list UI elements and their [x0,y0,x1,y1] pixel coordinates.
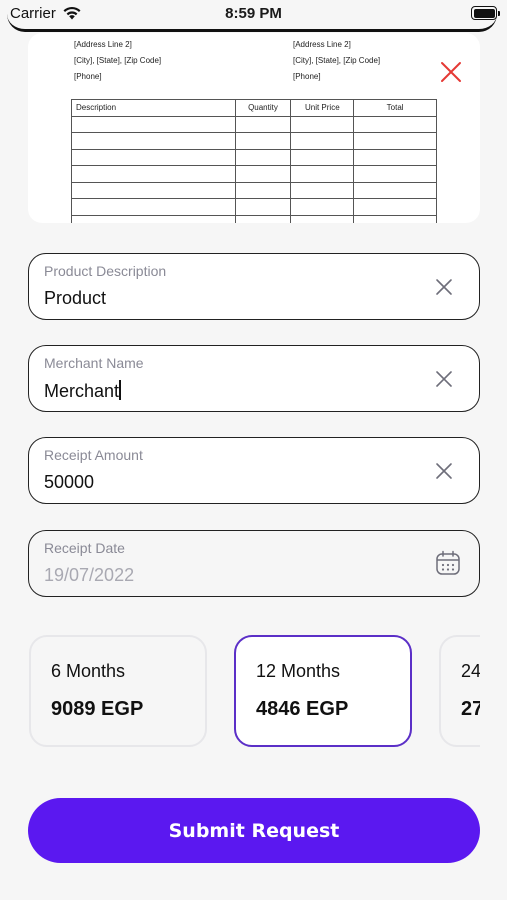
table-cell [234,181,292,199]
clear-icon[interactable] [435,370,453,388]
table-cell [353,214,437,223]
table-cell [71,214,236,223]
submit-request-button[interactable]: Submit Request [28,798,480,863]
plan-amount: 27 [461,698,480,720]
table-cell [234,198,292,216]
table-cell [353,148,437,166]
clear-icon[interactable] [435,462,453,480]
receipt-date-field[interactable]: Receipt Date 19/07/2022 [28,530,480,597]
table-row [71,165,437,183]
plan-months: 6 Months [51,661,126,681]
table-row [71,148,437,166]
receipt-preview: [Address Line 2] [City], [State], [Zip C… [28,33,480,223]
receipt-date-input[interactable]: 19/07/2022 [44,565,134,586]
receipt-date-label: Receipt Date [44,540,125,556]
table-cell [290,198,355,216]
invoice-table: Description Quantity Unit Price Total [71,99,437,223]
table-row [71,214,437,223]
preview-address-left: [Address Line 2] [City], [State], [Zip C… [74,37,161,85]
receipt-amount-label: Receipt Amount [44,447,143,463]
preview-address-right: [Address Line 2] [City], [State], [Zip C… [293,37,380,85]
receipt-amount-field[interactable]: Receipt Amount 50000 [28,437,480,504]
table-cell [290,181,355,199]
table-cell [71,132,236,150]
receipt-amount-input[interactable]: 50000 [44,472,94,493]
table-cell [71,148,236,166]
column-header-unit-price: Unit Price [290,99,355,117]
product-description-label: Product Description [44,263,167,279]
table-cell [234,165,292,183]
table-cell [353,198,437,216]
city-state-zip: [City], [State], [Zip Code] [293,56,381,65]
table-cell [290,115,355,133]
merchant-name-label: Merchant Name [44,355,144,371]
table-row [71,132,437,150]
table-row [71,181,437,199]
address-line: [Address Line 2] [293,40,351,49]
table-cell [71,165,236,183]
phone-line: [Phone] [74,72,102,81]
table-cell [290,214,355,223]
table-cell [353,181,437,199]
table-row [71,198,437,216]
plan-card-6-months[interactable]: 6 Months 9089 EGP [29,635,207,747]
column-header-quantity: Quantity [234,99,292,117]
close-icon[interactable] [440,61,462,83]
table-cell [71,181,236,199]
table-cell [290,132,355,150]
table-cell [234,132,292,150]
sheet-top-edge [7,14,497,32]
table-cell [290,165,355,183]
table-cell [353,165,437,183]
merchant-name-value: Merchant [44,381,120,401]
plan-amount: 4846 EGP [256,698,349,720]
merchant-name-field[interactable]: Merchant Name Merchant [28,345,480,412]
merchant-name-input[interactable]: Merchant [44,380,122,402]
table-row [71,115,437,133]
table-cell [234,148,292,166]
table-header-row: Description Quantity Unit Price Total [71,99,437,117]
clear-icon[interactable] [435,278,453,296]
calendar-icon[interactable] [435,550,461,576]
plan-card-24-months[interactable]: 24 27 [439,635,480,747]
plan-months: 12 Months [256,661,341,681]
table-cell [353,132,437,150]
product-description-input[interactable]: Product [44,288,106,309]
table-cell [234,214,292,223]
column-header-description: Description [71,99,236,117]
column-header-total: Total [353,99,437,117]
plan-amount: 9089 EGP [51,698,144,720]
table-cell [71,198,236,216]
city-state-zip: [City], [State], [Zip Code] [74,56,162,65]
plan-months: 24 [461,661,480,681]
text-cursor [119,380,122,400]
plan-card-12-months[interactable]: 12 Months 4846 EGP [234,635,412,747]
table-cell [71,115,236,133]
installment-plan-list[interactable]: 6 Months 9089 EGP 12 Months 4846 EGP 24 … [28,634,480,750]
table-cell [353,115,437,133]
phone-line: [Phone] [293,72,321,81]
product-description-field[interactable]: Product Description Product [28,253,480,320]
address-line: [Address Line 2] [74,40,132,49]
table-cell [290,148,355,166]
table-cell [234,115,292,133]
